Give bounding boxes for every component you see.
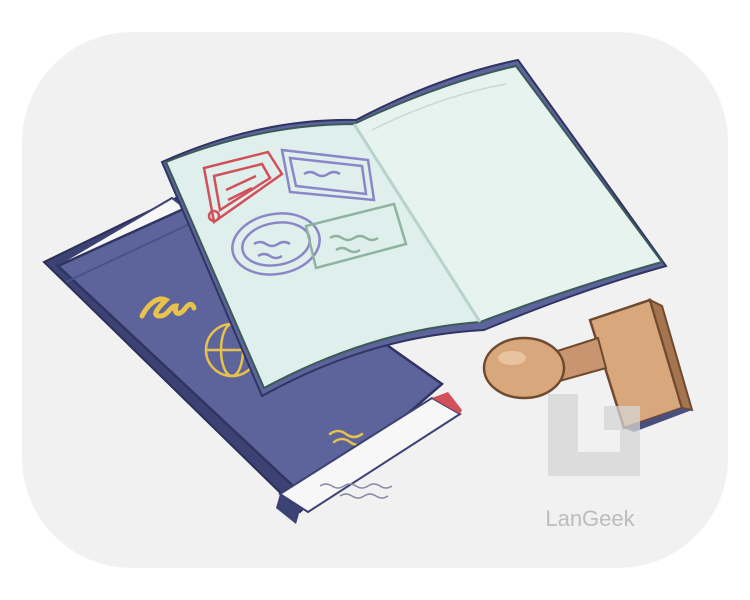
passport-illustration: LanGeek <box>22 32 728 568</box>
illustration-stage: LanGeek <box>0 0 750 600</box>
langeek-watermark-text: LanGeek <box>545 506 635 531</box>
